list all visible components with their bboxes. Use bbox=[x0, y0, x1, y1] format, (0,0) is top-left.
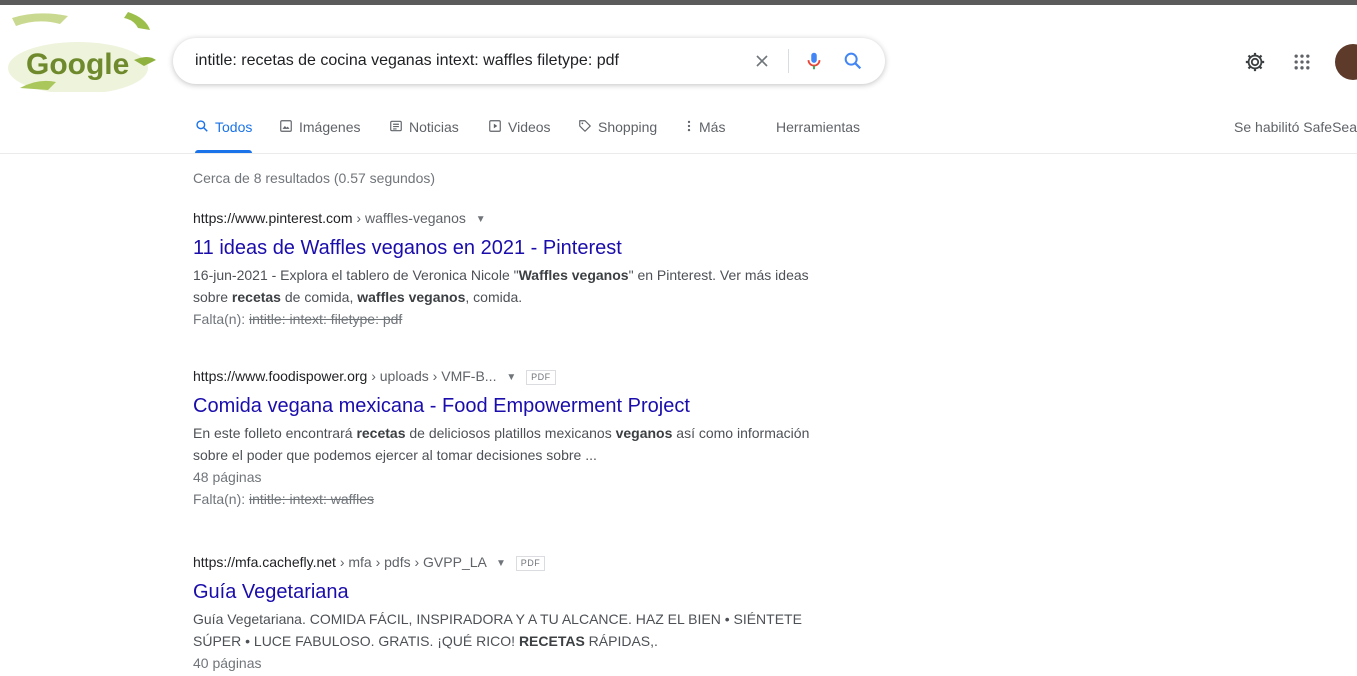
tab-label: Imágenes bbox=[299, 119, 361, 135]
search-input[interactable] bbox=[195, 50, 755, 72]
missing-terms: Falta(n): intitle: intext: filetype: pdf bbox=[193, 311, 403, 327]
result-title[interactable]: 11 ideas de Waffles veganos en 2021 - Pi… bbox=[193, 235, 833, 261]
top-border bbox=[0, 0, 1357, 5]
tab-label: Shopping bbox=[598, 119, 658, 135]
apps-button[interactable] bbox=[1290, 50, 1314, 74]
search-icon bbox=[195, 119, 209, 133]
news-icon bbox=[389, 119, 403, 133]
result-snippet: Guía Vegetariana. COMIDA FÁCIL, INSPIRAD… bbox=[193, 611, 802, 649]
clear-search-button[interactable] bbox=[750, 49, 774, 73]
google-doodle-logo[interactable]: Google bbox=[8, 8, 158, 94]
tab-label: Herramientas bbox=[776, 119, 861, 135]
result-breadcrumb: › uploads › VMF-B... bbox=[371, 368, 497, 384]
search-tabs: Todos Imágenes Noticias Videos Shopping … bbox=[0, 110, 1357, 154]
image-icon bbox=[279, 119, 293, 133]
result-title[interactable]: Comida vegana mexicana - Food Empowermen… bbox=[193, 393, 833, 419]
result-title[interactable]: Guía Vegetariana bbox=[193, 579, 833, 605]
microphone-icon bbox=[807, 52, 821, 70]
search-button[interactable] bbox=[841, 49, 865, 73]
search-divider bbox=[788, 49, 789, 73]
avatar[interactable] bbox=[1335, 44, 1357, 80]
search-box bbox=[173, 38, 885, 84]
pdf-badge: PDF bbox=[526, 370, 556, 385]
settings-button[interactable] bbox=[1243, 50, 1267, 74]
result-host: https://mfa.cachefly.net bbox=[193, 554, 336, 570]
result-url[interactable]: https://mfa.cachefly.net › mfa › pdfs › … bbox=[193, 552, 833, 574]
chevron-down-icon[interactable]: ▼ bbox=[496, 558, 506, 569]
search-result: https://mfa.cachefly.net › mfa › pdfs › … bbox=[193, 552, 833, 674]
tools-button[interactable]: Herramientas bbox=[776, 110, 860, 153]
tab-label: Todos bbox=[215, 119, 253, 135]
pdf-badge: PDF bbox=[515, 556, 546, 571]
result-stats: Cerca de 8 resultados (0.57 segundos) bbox=[193, 170, 436, 186]
result-breadcrumb: › mfa › pdfs › GVPP_LA bbox=[339, 554, 487, 570]
missing-terms: Falta(n): intitle: intext: waffles bbox=[193, 491, 375, 507]
result-snippet: En este folleto encontrará recetas de de… bbox=[193, 425, 810, 463]
tab-label: Noticias bbox=[409, 119, 459, 135]
chevron-down-icon[interactable]: ▼ bbox=[476, 214, 486, 225]
voice-search-button[interactable] bbox=[802, 49, 826, 73]
close-icon bbox=[756, 55, 768, 67]
tab-label: Videos bbox=[508, 119, 551, 135]
tag-icon bbox=[578, 119, 592, 133]
tab-mas[interactable]: Más bbox=[685, 110, 725, 153]
logo-text: Google bbox=[26, 48, 129, 81]
result-url[interactable]: https://www.foodispower.org › uploads › … bbox=[193, 366, 833, 388]
apps-grid-icon bbox=[1294, 54, 1310, 70]
search-icon bbox=[844, 52, 862, 70]
chevron-down-icon[interactable]: ▼ bbox=[506, 372, 516, 383]
result-host: https://www.pinterest.com bbox=[193, 210, 353, 226]
more-vert-icon bbox=[685, 119, 693, 133]
active-tab-indicator bbox=[195, 150, 253, 153]
page-count: 48 páginas bbox=[193, 469, 262, 485]
gear-icon bbox=[1245, 52, 1265, 72]
tab-noticias[interactable]: Noticias bbox=[389, 110, 459, 153]
tab-label: Más bbox=[699, 119, 726, 135]
result-url[interactable]: https://www.pinterest.com › waffles-vega… bbox=[193, 208, 833, 230]
search-result: https://www.foodispower.org › uploads › … bbox=[193, 366, 833, 510]
page-count: 40 páginas bbox=[193, 655, 262, 671]
safesearch-notice[interactable]: Se habilitó SafeSea bbox=[1234, 119, 1357, 135]
result-host: https://www.foodispower.org bbox=[193, 368, 368, 384]
tab-imagenes[interactable]: Imágenes bbox=[279, 110, 360, 153]
video-icon bbox=[488, 119, 502, 133]
tab-shopping[interactable]: Shopping bbox=[578, 110, 657, 153]
result-snippet: 16-jun-2021 - Explora el tablero de Vero… bbox=[193, 267, 809, 305]
search-result: https://www.pinterest.com › waffles-vega… bbox=[193, 208, 833, 330]
tab-videos[interactable]: Videos bbox=[488, 110, 551, 153]
result-breadcrumb: › waffles-veganos bbox=[356, 210, 466, 226]
tab-todos[interactable]: Todos bbox=[195, 110, 253, 153]
